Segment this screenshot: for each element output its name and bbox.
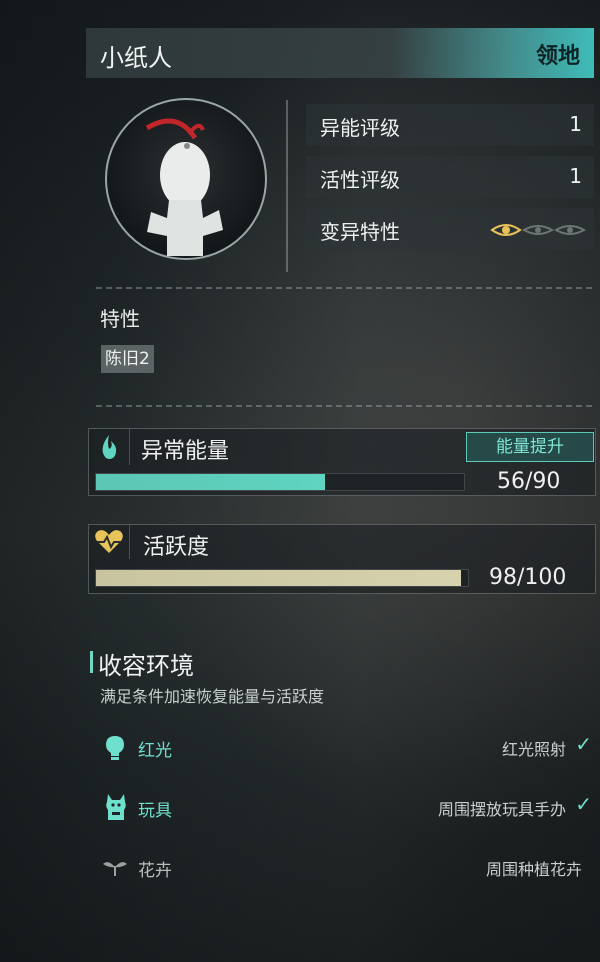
activity-track [95, 569, 469, 587]
check-icon: ✓ [575, 792, 592, 816]
section-accent-bar [90, 651, 93, 673]
energy-track [95, 473, 465, 491]
env-item-name: 红光 [138, 741, 172, 761]
flame-icon [89, 429, 130, 465]
eye-icon-inactive [521, 225, 555, 235]
creature-name: 小纸人 [100, 44, 172, 72]
energy-title: 异常能量 [141, 439, 230, 464]
name-header: 小纸人 领地 [86, 28, 594, 78]
lightbulb-icon [104, 734, 126, 766]
stat-row-activity-rating: 活性评级 1 [306, 156, 594, 198]
territory-tag[interactable]: 领地 [536, 38, 580, 70]
mutation-eyes[interactable] [490, 220, 587, 244]
activity-meter: 活跃度 98/100 [88, 524, 596, 594]
env-item-condition: 周围摆放玩具手办 [437, 800, 566, 819]
environment-subtitle: 满足条件加速恢复能量与活跃度 [100, 687, 325, 706]
env-item-flowers[interactable]: 花卉 周围种植花卉 [98, 846, 592, 890]
stat-label: 活性评级 [320, 168, 400, 192]
stat-row-ability-rating: 异能评级 1 [306, 104, 594, 146]
section-divider [96, 287, 592, 289]
trait-chip[interactable]: 陈旧2 [101, 345, 154, 373]
toy-icon [104, 792, 128, 826]
heart-pulse-icon [89, 525, 130, 559]
eye-icon-inactive [553, 225, 587, 235]
energy-value: 56/90 [497, 469, 561, 494]
env-item-name: 花卉 [138, 861, 172, 881]
stat-label: 异能评级 [320, 116, 400, 140]
activity-title: 活跃度 [143, 535, 210, 560]
stat-value: 1 [569, 112, 582, 136]
portrait-divider [286, 100, 288, 272]
section-divider [96, 405, 592, 407]
activity-value: 98/100 [489, 565, 567, 590]
stat-label: 变异特性 [320, 220, 400, 244]
traits-heading: 特性 [100, 307, 140, 331]
energy-boost-button[interactable]: 能量提升 [466, 432, 594, 462]
env-item-red-light[interactable]: 红光 红光照射 ✓ [98, 726, 592, 770]
stat-row-mutation-trait: 变异特性 [306, 208, 594, 250]
environment-title: 收容环境 [98, 652, 194, 680]
paper-doll-figure [145, 118, 223, 256]
energy-fill [96, 474, 325, 490]
env-item-condition: 周围种植花卉 [485, 860, 582, 879]
env-item-name: 玩具 [138, 801, 172, 821]
env-item-toy[interactable]: 玩具 周围摆放玩具手办 ✓ [98, 786, 592, 830]
eye-icon-active [490, 224, 522, 236]
creature-portrait[interactable] [105, 98, 267, 260]
activity-fill [96, 570, 461, 586]
sprout-icon [102, 858, 128, 882]
env-item-condition: 红光照射 [501, 740, 566, 759]
check-icon: ✓ [575, 732, 592, 756]
stat-value: 1 [569, 164, 582, 188]
